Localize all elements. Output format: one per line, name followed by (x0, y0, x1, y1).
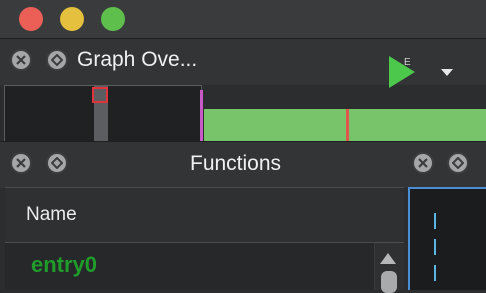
graph-edge-dash (434, 213, 436, 229)
graph-panel-close-icon[interactable] (412, 152, 434, 174)
graph-overview-close-icon[interactable] (10, 49, 32, 71)
graph-overview-float-icon[interactable] (46, 49, 68, 71)
strip-position-marker (346, 109, 349, 141)
graph-view[interactable] (408, 187, 486, 290)
functions-panel-title: Functions (190, 152, 282, 175)
window-close-button[interactable] (19, 7, 43, 31)
functions-close-icon[interactable] (10, 152, 32, 174)
scroll-up-arrow-icon[interactable] (380, 253, 396, 264)
window-minimize-button[interactable] (60, 7, 84, 31)
minimap-viewport-handle[interactable] (92, 87, 108, 103)
graph-edge-dash (434, 265, 436, 281)
minimap-edge-marker (200, 90, 203, 144)
graph-overview-title: Graph Ove... (77, 48, 198, 71)
window-zoom-button[interactable] (101, 7, 125, 31)
play-icon[interactable] (389, 56, 415, 88)
run-badge: E (404, 57, 411, 68)
graph-overview-strip (204, 109, 486, 141)
chevron-down-icon[interactable] (441, 69, 453, 76)
graph-panel-float-icon[interactable] (447, 152, 469, 174)
column-name-label: Name (26, 204, 77, 225)
functions-float-icon[interactable] (46, 152, 68, 174)
function-name-entry0[interactable]: entry0 (31, 252, 97, 278)
graph-edge-dash (434, 239, 436, 255)
